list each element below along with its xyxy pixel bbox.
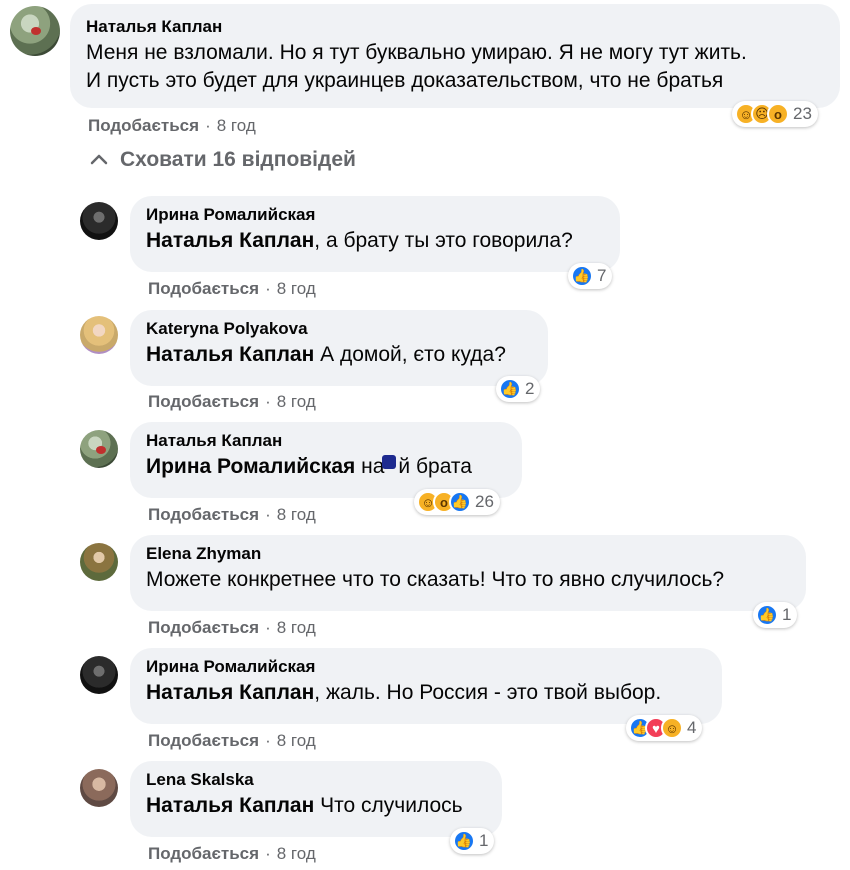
like-button[interactable]: Подобається [148,731,259,750]
reply-meta: Подобається · 8 год [148,392,316,412]
like-icon: 👍 [449,491,471,513]
separator-dot: · [265,731,271,750]
like-icon: 👍 [571,265,593,287]
like-button[interactable]: Подобається [148,505,259,524]
timestamp[interactable]: 8 год [277,731,316,750]
mention-link[interactable]: Ирина Ромалийская [146,455,355,478]
reply-bubble: Ирина Ромалийская Наталья Каплан, а брат… [130,196,620,272]
reply-author[interactable]: Наталья Каплан [146,430,506,452]
avatar[interactable] [80,656,118,694]
reply-meta: Подобається · 8 год [148,731,316,751]
reaction-summary[interactable]: 👍 1 [753,602,798,628]
mention-link[interactable]: Наталья Каплан [146,794,314,817]
comment-author[interactable]: Наталья Каплан [86,16,824,38]
reply-meta: Подобається · 8 год [148,505,316,525]
separator-dot: · [205,116,211,135]
reply-author[interactable]: Elena Zhyman [146,543,790,565]
timestamp[interactable]: 8 год [277,279,316,298]
like-icon: 👍 [499,378,521,400]
reaction-count: 7 [597,266,607,285]
like-button[interactable]: Подобається [148,844,259,863]
like-button[interactable]: Подобається [148,279,259,298]
reply-bubble: Ирина Ромалийская Наталья Каплан, жаль. … [130,648,722,724]
reply-text-part-1: на [355,455,385,478]
reaction-summary[interactable]: 👍 2 [496,376,541,402]
reaction-summary[interactable]: 👍 1 [450,828,495,854]
reply-text: , а брату ты это говорила? [314,229,573,252]
avatar[interactable] [80,769,118,807]
like-icon: 👍 [756,604,778,626]
reply-author[interactable]: Kateryna Polyakova [146,318,532,340]
reply-text: Что случилось [314,794,463,817]
reaction-count: 1 [479,831,489,850]
reply-meta: Подобається · 8 год [148,279,316,299]
comment-bubble: Наталья Каплан Меня не взломали. Но я ту… [70,4,840,108]
timestamp[interactable]: 8 год [217,116,256,135]
reply-author[interactable]: Lena Skalska [146,769,486,791]
separator-dot: · [265,279,271,298]
mention-link[interactable]: Наталья Каплан [146,229,314,252]
reply-text: , жаль. Но Россия - это твой выбор. [314,681,662,704]
comment-meta: Подобається · 8 год [88,116,256,136]
separator-dot: · [265,392,271,411]
reply-author[interactable]: Ирина Ромалийская [146,204,604,226]
like-button[interactable]: Подобається [88,116,199,135]
reaction-count: 4 [687,718,697,737]
comment-text-line-2: И пусть это будет для украинцев доказате… [86,69,724,92]
reply-meta: Подобається · 8 год [148,844,316,864]
comment-text-line-1: Меня не взломали. Но я тут буквально уми… [86,41,747,64]
avatar[interactable] [10,6,60,56]
hide-replies-label: Сховати 16 відповідей [120,148,356,171]
avatar[interactable] [80,543,118,581]
avatar[interactable] [80,430,118,468]
reply-bubble: Elena Zhyman Можете конкретнее что то ск… [130,535,806,611]
reply-bubble: Kateryna Polyakova Наталья Каплан А домо… [130,310,548,386]
separator-dot: · [265,618,271,637]
like-button[interactable]: Подобається [148,618,259,637]
reaction-count: 2 [525,379,535,398]
reaction-count: 23 [793,104,812,123]
reply-bubble: Наталья Каплан Ирина Ромалийская на й бра… [130,422,522,498]
avatar[interactable] [80,316,118,354]
haha-icon: ☺ [661,717,683,739]
like-icon: 👍 [453,830,475,852]
chevron-up-icon [90,154,108,165]
avatar[interactable] [80,202,118,240]
reply-text-part-2: й брата [398,455,472,478]
timestamp[interactable]: 8 год [277,505,316,524]
reaction-summary[interactable]: 👍 7 [568,263,613,289]
hide-replies-toggle[interactable]: Сховати 16 відповідей [88,148,356,172]
reaction-summary[interactable]: 👍 ♥ ☺ 4 [626,715,703,741]
reply-text: Можете конкретнее что то сказать! Что то… [146,568,725,591]
censor-icon [382,455,397,469]
reaction-summary[interactable]: ☺ ☹ o 23 [732,101,818,127]
reaction-count: 1 [782,605,792,624]
reaction-summary[interactable]: ☺ o 👍 26 [414,489,500,515]
like-button[interactable]: Подобається [148,392,259,411]
timestamp[interactable]: 8 год [277,392,316,411]
reply-meta: Подобається · 8 год [148,618,316,638]
mention-link[interactable]: Наталья Каплан [146,343,314,366]
reply-bubble: Lena Skalska Наталья Каплан Что случилос… [130,761,502,837]
separator-dot: · [265,844,271,863]
timestamp[interactable]: 8 год [277,844,316,863]
wow-icon: o [767,103,789,125]
reply-author[interactable]: Ирина Ромалийская [146,656,706,678]
mention-link[interactable]: Наталья Каплан [146,681,314,704]
separator-dot: · [265,505,271,524]
timestamp[interactable]: 8 год [277,618,316,637]
reaction-count: 26 [475,492,494,511]
reply-text: А домой, єто куда? [314,343,506,366]
